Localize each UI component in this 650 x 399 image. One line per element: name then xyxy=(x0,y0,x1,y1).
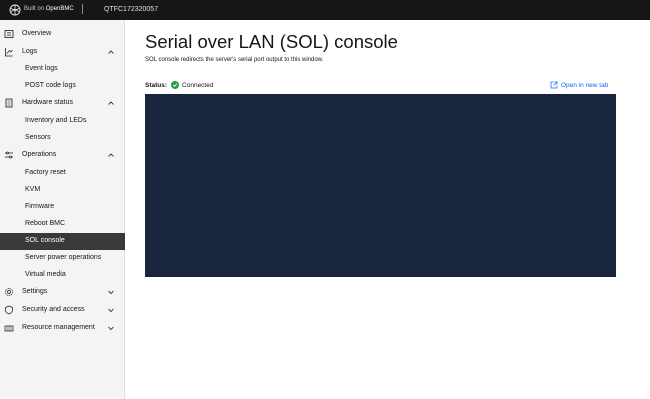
logs-icon xyxy=(5,48,13,57)
launch-icon xyxy=(550,81,558,89)
operations-icon xyxy=(5,151,13,159)
built-on-brand: OpenBMC xyxy=(45,6,74,12)
sidebar-subitem-label: Inventory and LEDs xyxy=(25,117,87,124)
top-header: Built on OpenBMC QTFC172320057 xyxy=(0,0,650,20)
sidebar-item-settings[interactable]: Settings xyxy=(0,284,125,301)
sidebar-item-security-and-access[interactable]: Security and access xyxy=(0,302,125,319)
openbmc-logo-icon[interactable] xyxy=(9,4,21,16)
sidebar-item-kvm[interactable]: KVM xyxy=(0,182,125,199)
sidebar-item-virtual-media[interactable]: Virtual media xyxy=(0,267,125,284)
sidebar-item-event-logs[interactable]: Event logs xyxy=(0,61,125,78)
sidebar-item-logs[interactable]: Logs xyxy=(0,44,125,61)
settings-icon xyxy=(5,288,13,296)
sidebar-subitem-label: Server power operations xyxy=(25,254,102,261)
chevron-up-icon xyxy=(108,153,114,157)
sidebar-item-reboot-bmc[interactable]: Reboot BMC xyxy=(0,216,125,233)
sidebar-item-sol-console[interactable]: SOL console xyxy=(0,233,125,250)
sidebar-item-label: Overview xyxy=(22,30,52,37)
sidebar-item-label: Operations xyxy=(22,151,57,158)
sidebar-item-label: Resource management xyxy=(22,324,95,331)
built-on-label: Built on OpenBMC xyxy=(24,6,74,12)
chevron-up-icon xyxy=(108,101,114,105)
sidebar-item-server-power-operations[interactable]: Server power operations xyxy=(0,250,125,267)
sidebar-item-label: Security and access xyxy=(22,306,85,313)
chevron-down-icon xyxy=(108,290,114,295)
sidebar-item-label: Hardware status xyxy=(22,99,73,106)
hardware-status-icon xyxy=(5,98,13,108)
chevron-down-icon xyxy=(108,308,114,313)
shield-icon xyxy=(5,305,13,315)
sidebar-item-hardware-status[interactable]: Hardware status xyxy=(0,95,125,112)
sidebar-item-sensors[interactable]: Sensors xyxy=(0,130,125,147)
page-description: SOL console redirects the server's seria… xyxy=(145,57,324,63)
sidebar-subitem-label: Sensors xyxy=(25,134,51,141)
connection-status: Status: Connected xyxy=(145,81,213,89)
sidebar-subitem-label: Factory reset xyxy=(25,169,66,176)
sidebar-subitem-label: SOL console xyxy=(25,237,65,244)
sidebar-subitem-label: Firmware xyxy=(25,203,55,210)
status-label: Status: xyxy=(145,81,168,89)
sidebar-item-label: Logs xyxy=(22,48,38,55)
chevron-up-icon xyxy=(108,50,114,54)
open-in-new-tab-link[interactable]: Open in new tab xyxy=(550,81,608,89)
page-title: Serial over LAN (SOL) console xyxy=(145,31,398,52)
sidebar-subitem-label: Event logs xyxy=(25,65,58,72)
sidebar-subitem-label: Virtual media xyxy=(25,271,66,278)
status-value: Connected xyxy=(182,81,214,89)
sidebar-subitem-label: Reboot BMC xyxy=(25,220,66,227)
sidebar-item-firmware[interactable]: Firmware xyxy=(0,199,125,216)
sidebar-subitem-label: KVM xyxy=(25,186,41,193)
overview-icon xyxy=(4,30,14,38)
sidebar-item-overview[interactable]: Overview xyxy=(0,26,125,43)
checkmark-circle-icon xyxy=(171,81,180,89)
sidebar-item-inventory-and-leds[interactable]: Inventory and LEDs xyxy=(0,113,125,130)
sidebar-item-factory-reset[interactable]: Factory reset xyxy=(0,165,125,182)
main-content: Serial over LAN (SOL) console SOL consol… xyxy=(126,20,650,399)
built-on-prefix: Built on xyxy=(24,6,45,12)
sidebar-nav: Overview Logs Event logs POST code logs … xyxy=(0,20,125,399)
sidebar-item-post-code-logs[interactable]: POST code logs xyxy=(0,78,125,95)
hostname: QTFC172320057 xyxy=(104,6,159,13)
sol-terminal[interactable] xyxy=(145,94,616,277)
sidebar-item-label: Settings xyxy=(22,288,48,295)
header-divider xyxy=(82,4,83,14)
chevron-down-icon xyxy=(108,326,114,331)
sidebar-item-operations[interactable]: Operations xyxy=(0,147,125,164)
sidebar-item-resource-management[interactable]: Resource management xyxy=(0,320,125,337)
resource-management-icon xyxy=(4,325,14,332)
open-link-label: Open in new tab xyxy=(561,81,609,89)
sidebar-subitem-label: POST code logs xyxy=(25,82,76,89)
